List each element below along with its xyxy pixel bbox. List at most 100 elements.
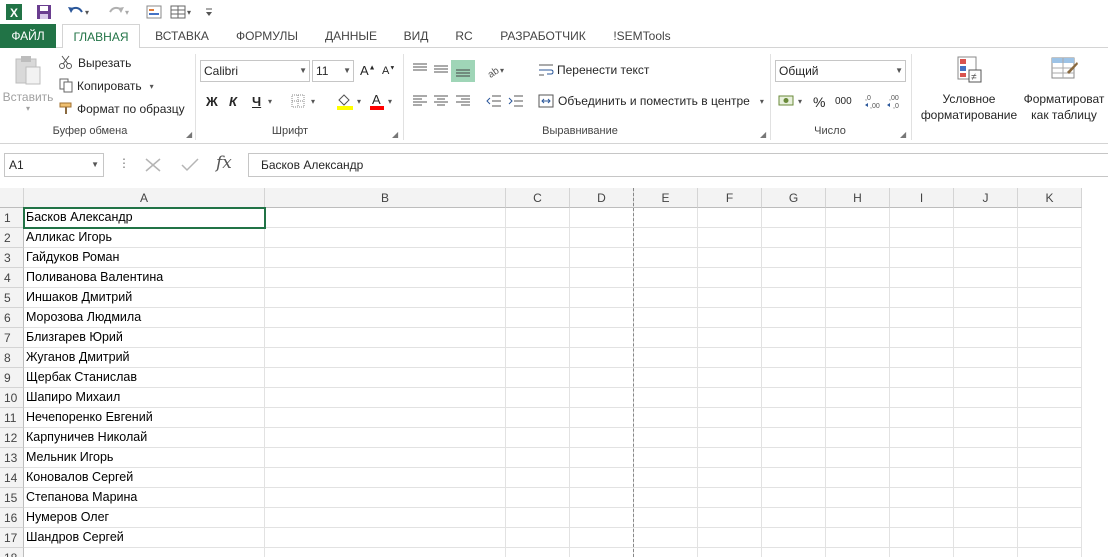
cell-j[interactable] [954, 248, 1018, 268]
cell-e[interactable] [634, 528, 698, 548]
cell-d[interactable] [570, 428, 634, 448]
copy-button[interactable]: Копировать ▾ [58, 77, 154, 95]
column-header-f[interactable]: F [698, 188, 762, 208]
tab-semtools[interactable]: !SEMTools [604, 24, 680, 48]
cell-h[interactable] [826, 268, 890, 288]
align-top-button[interactable] [412, 62, 428, 76]
cell-k[interactable] [1018, 548, 1082, 557]
cell-h[interactable] [826, 248, 890, 268]
row-header[interactable]: 3 [0, 248, 24, 268]
cell-h[interactable] [826, 528, 890, 548]
cell-f[interactable] [698, 368, 762, 388]
cell-k[interactable] [1018, 428, 1082, 448]
cell-g[interactable] [762, 268, 826, 288]
cell-a[interactable]: Иншаков Дмитрий [24, 288, 265, 308]
row-header[interactable]: 12 [0, 428, 24, 448]
cell-a[interactable]: Поливанова Валентина [24, 268, 265, 288]
cell-j[interactable] [954, 468, 1018, 488]
cell-i[interactable] [890, 548, 954, 557]
increase-indent-button[interactable] [508, 94, 524, 108]
cell-b[interactable] [265, 208, 506, 228]
cell-k[interactable] [1018, 448, 1082, 468]
cell-j[interactable] [954, 488, 1018, 508]
cell-e[interactable] [634, 488, 698, 508]
align-left-button[interactable] [412, 94, 428, 108]
cell-g[interactable] [762, 488, 826, 508]
font-launcher-icon[interactable]: ◢ [392, 130, 398, 139]
cell-c[interactable] [506, 468, 570, 488]
cell-b[interactable] [265, 328, 506, 348]
cell-f[interactable] [698, 388, 762, 408]
tab-file[interactable]: ФАЙЛ [0, 24, 56, 48]
cell-g[interactable] [762, 248, 826, 268]
cell-g[interactable] [762, 548, 826, 557]
cell-e[interactable] [634, 388, 698, 408]
cell-k[interactable] [1018, 288, 1082, 308]
cell-h[interactable] [826, 408, 890, 428]
cell-b[interactable] [265, 368, 506, 388]
cell-h[interactable] [826, 348, 890, 368]
cell-c[interactable] [506, 528, 570, 548]
tab-view[interactable]: ВИД [394, 24, 438, 48]
decrease-indent-button[interactable] [486, 94, 502, 108]
underline-button[interactable]: Ч [252, 94, 261, 109]
cell-a[interactable]: Степанова Марина [24, 488, 265, 508]
clipboard-launcher-icon[interactable]: ◢ [186, 130, 192, 139]
cell-i[interactable] [890, 208, 954, 228]
cell-d[interactable] [570, 328, 634, 348]
tab-insert[interactable]: ВСТАВКА [146, 24, 218, 48]
cell-d[interactable] [570, 408, 634, 428]
cell-j[interactable] [954, 308, 1018, 328]
cell-j[interactable] [954, 388, 1018, 408]
font-name-select[interactable]: Calibri ▼ [200, 60, 310, 82]
cell-k[interactable] [1018, 308, 1082, 328]
cell-h[interactable] [826, 288, 890, 308]
alignment-launcher-icon[interactable]: ◢ [760, 130, 766, 139]
cell-g[interactable] [762, 308, 826, 328]
cell-i[interactable] [890, 488, 954, 508]
row-header[interactable]: 5 [0, 288, 24, 308]
save-icon[interactable] [34, 2, 54, 22]
cell-c[interactable] [506, 428, 570, 448]
cell-d[interactable] [570, 548, 634, 557]
cell-g[interactable] [762, 448, 826, 468]
cell-i[interactable] [890, 308, 954, 328]
cell-i[interactable] [890, 468, 954, 488]
cell-c[interactable] [506, 288, 570, 308]
cell-h[interactable] [826, 428, 890, 448]
shrink-font-button[interactable]: A▼ [382, 65, 395, 77]
cell-a[interactable]: Шапиро Михаил [24, 388, 265, 408]
cell-e[interactable] [634, 288, 698, 308]
cell-a[interactable]: Гайдуков Роман [24, 248, 265, 268]
cell-e[interactable] [634, 308, 698, 328]
cancel-entry-icon[interactable] [144, 157, 162, 176]
align-right-button[interactable] [455, 94, 471, 108]
cell-b[interactable] [265, 508, 506, 528]
borders-button[interactable]: ▾ [291, 94, 315, 108]
row-header[interactable]: 1 [0, 208, 24, 228]
cell-g[interactable] [762, 508, 826, 528]
cell-e[interactable] [634, 508, 698, 528]
cell-c[interactable] [506, 208, 570, 228]
cell-f[interactable] [698, 348, 762, 368]
cell-d[interactable] [570, 528, 634, 548]
cell-a[interactable]: Алликас Игорь [24, 228, 265, 248]
cell-e[interactable] [634, 268, 698, 288]
cell-g[interactable] [762, 428, 826, 448]
cell-d[interactable] [570, 268, 634, 288]
cell-e[interactable] [634, 368, 698, 388]
cell-g[interactable] [762, 228, 826, 248]
cell-g[interactable] [762, 408, 826, 428]
increase-decimal-button[interactable]: ,0,00 [864, 93, 882, 109]
cell-h[interactable] [826, 488, 890, 508]
insert-function-button[interactable]: fx [216, 153, 232, 173]
tab-developer[interactable]: РАЗРАБОТЧИК [490, 24, 596, 48]
align-center-button[interactable] [433, 94, 449, 108]
cell-i[interactable] [890, 388, 954, 408]
cell-g[interactable] [762, 368, 826, 388]
cell-a[interactable]: Близгарев Юрий [24, 328, 265, 348]
row-header[interactable]: 17 [0, 528, 24, 548]
cell-c[interactable] [506, 548, 570, 557]
cell-j[interactable] [954, 408, 1018, 428]
cell-c[interactable] [506, 488, 570, 508]
